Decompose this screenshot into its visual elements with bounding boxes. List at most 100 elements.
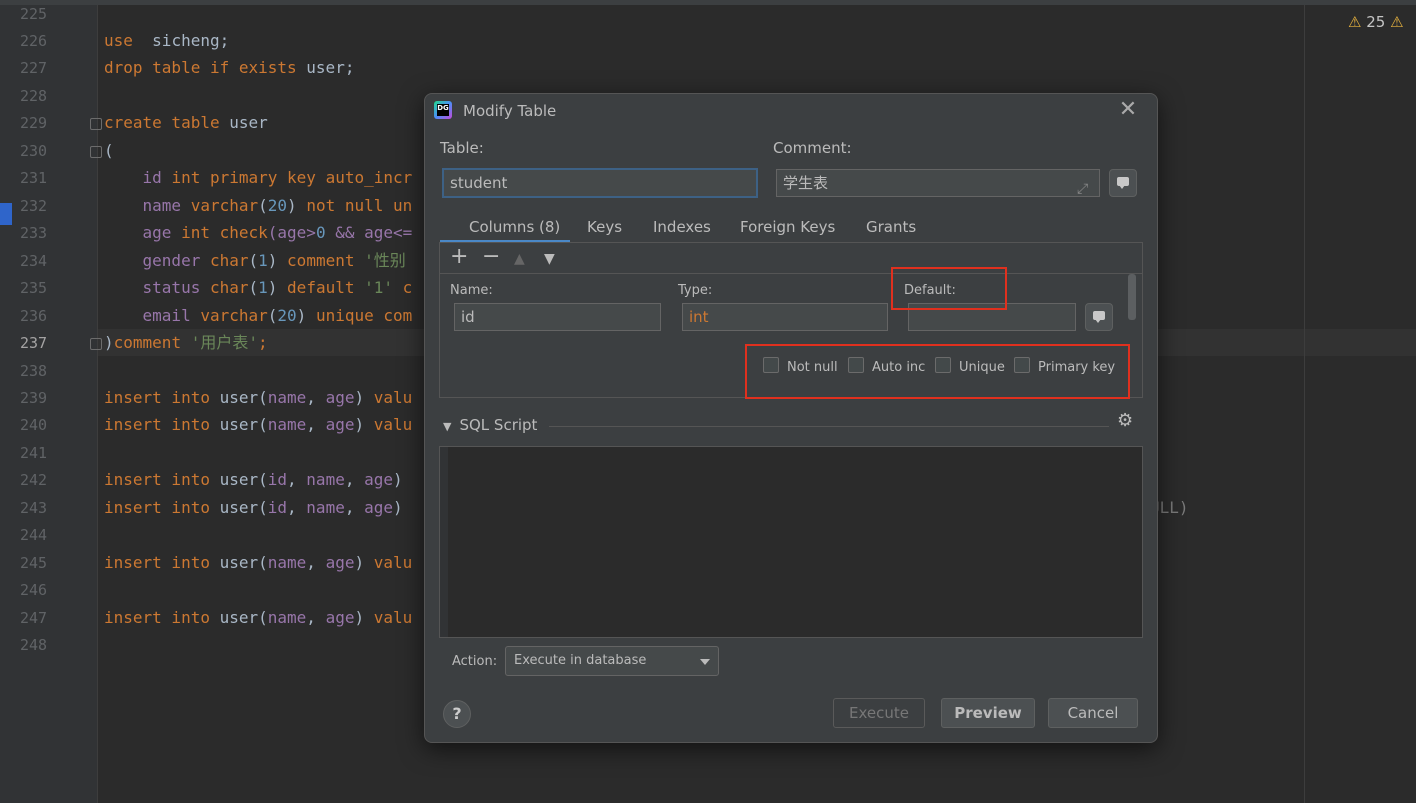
code-token: insert into [104, 415, 210, 434]
line-number: 240 [20, 416, 48, 434]
fold-marker[interactable] [90, 338, 102, 350]
tab-foreign-keys[interactable]: Foreign Keys [740, 218, 835, 236]
tab-keys[interactable]: Keys [587, 218, 622, 236]
comment-input[interactable]: 学生表 ⤢ [776, 169, 1100, 197]
code-token: valu [373, 608, 413, 627]
expand-icon[interactable]: ⤢ [1077, 176, 1088, 202]
column-name-label: Name: [450, 283, 493, 298]
code-line-235[interactable]: status char(1) default '1' c [104, 278, 413, 298]
execute-button[interactable]: Execute [833, 698, 925, 728]
sql-script-section[interactable]: ▼ SQL Script [443, 416, 537, 434]
code-token: age [364, 470, 393, 489]
line-number-active: 237 [20, 334, 48, 352]
code-line-231[interactable]: id int primary key auto_incr [104, 168, 413, 188]
code-token: user( [209, 470, 268, 489]
code-token: ) [354, 608, 374, 627]
code-line-245[interactable]: insert into user(name, age) valu [104, 553, 412, 573]
logo-text: DG [437, 104, 449, 116]
code-line-229[interactable]: create table user [104, 113, 268, 133]
fold-marker[interactable] [90, 118, 102, 130]
code-line-247[interactable]: insert into user(name, age) valu [104, 608, 412, 628]
dialog-title: Modify Table [463, 102, 557, 120]
code-line-240[interactable]: insert into user(name, age) valu [104, 415, 412, 435]
close-icon[interactable]: ✕ [1118, 99, 1138, 121]
line-number: 227 [20, 59, 48, 77]
code-line-236[interactable]: email varchar(20) unique com [104, 306, 413, 326]
line-number: 247 [20, 609, 48, 627]
section-divider [549, 426, 1109, 427]
line-number: 242 [20, 471, 48, 489]
code-token: drop table if exists [104, 58, 297, 77]
help-button[interactable]: ? [443, 700, 471, 728]
action-select-value: Execute in database [514, 653, 647, 668]
column-name-input[interactable]: id [454, 303, 661, 331]
code-token: age [325, 553, 355, 572]
move-up-icon[interactable]: ▲ [514, 247, 525, 271]
table-name-input[interactable]: student [442, 168, 758, 198]
code-token: id [267, 498, 288, 517]
warnings-indicator[interactable]: ⚠ 25 ⚠ [1348, 13, 1404, 31]
sql-script-editor[interactable] [439, 446, 1143, 638]
code-line-226[interactable]: use sicheng; [104, 31, 229, 51]
comment-editor-button[interactable] [1109, 169, 1137, 197]
code-token: insert into [104, 498, 210, 517]
cancel-button[interactable]: Cancel [1048, 698, 1138, 728]
tab-columns[interactable]: Columns (8) [469, 218, 560, 236]
columns-scrollbar[interactable] [1128, 274, 1136, 320]
code-token: int check [181, 223, 268, 242]
gear-icon[interactable]: ⚙ [1117, 410, 1133, 431]
code-line-237[interactable]: )comment '用户表'; [104, 333, 268, 353]
table-label: Table: [440, 139, 484, 157]
code-token: gender [104, 251, 210, 270]
line-number: 238 [20, 362, 48, 380]
fold-marker[interactable] [90, 146, 102, 158]
line-number: 232 [20, 197, 48, 215]
default-editor-button[interactable] [1085, 303, 1113, 331]
code-token: name [104, 196, 191, 215]
code-line-242[interactable]: insert into user(id, name, age) [104, 470, 403, 490]
preview-button[interactable]: Preview [941, 698, 1035, 728]
line-number: 233 [20, 224, 48, 242]
code-token: comment [287, 251, 365, 270]
comment-label: Comment: [773, 139, 852, 157]
line-number: 243 [20, 499, 48, 517]
code-token: comment [113, 333, 191, 352]
code-token: , [306, 553, 326, 572]
tab-grants[interactable]: Grants [866, 218, 916, 236]
remove-icon[interactable]: − [482, 245, 500, 269]
code-token: user( [209, 608, 268, 627]
code-token: user( [209, 388, 268, 407]
code-line-239[interactable]: insert into user(name, age) valu [104, 388, 412, 408]
code-token: default [287, 278, 365, 297]
code-token: char [209, 251, 249, 270]
action-select[interactable]: Execute in database [505, 646, 719, 676]
code-token: ) [354, 415, 374, 434]
code-token: '性别 [364, 251, 406, 270]
code-token: user( [209, 498, 268, 517]
action-label: Action: [452, 654, 498, 669]
code-token: ) [104, 333, 114, 352]
speech-bubble-icon [1117, 177, 1129, 189]
code-line-233[interactable]: age int check(age>0 && age<= [104, 223, 413, 243]
code-line-234[interactable]: gender char(1) comment '性别 [104, 251, 406, 271]
code-token: , [344, 470, 365, 489]
line-number: 230 [20, 142, 48, 160]
left-marker[interactable] [0, 203, 12, 225]
default-highlight-box [891, 267, 1007, 310]
code-line-227[interactable]: drop table if exists user; [104, 58, 354, 78]
code-token: sicheng; [132, 31, 230, 50]
code-line-243[interactable]: insert into user(id, name, age) [104, 498, 403, 518]
add-icon[interactable]: + [450, 245, 468, 269]
tab-indexes[interactable]: Indexes [653, 218, 711, 236]
column-type-input[interactable]: int [682, 303, 888, 331]
code-line-232[interactable]: name varchar(20) not null un [104, 196, 413, 216]
code-line-230[interactable]: ( [104, 141, 114, 161]
code-token: insert into [104, 470, 210, 489]
line-number: 226 [20, 32, 48, 50]
code-token: ) [287, 196, 307, 215]
code-token: age [364, 498, 393, 517]
code-token: ) [354, 553, 374, 572]
move-down-icon[interactable]: ▼ [544, 247, 555, 271]
collapse-arrow-icon: ▼ [443, 420, 452, 433]
code-token: ( [267, 306, 278, 325]
